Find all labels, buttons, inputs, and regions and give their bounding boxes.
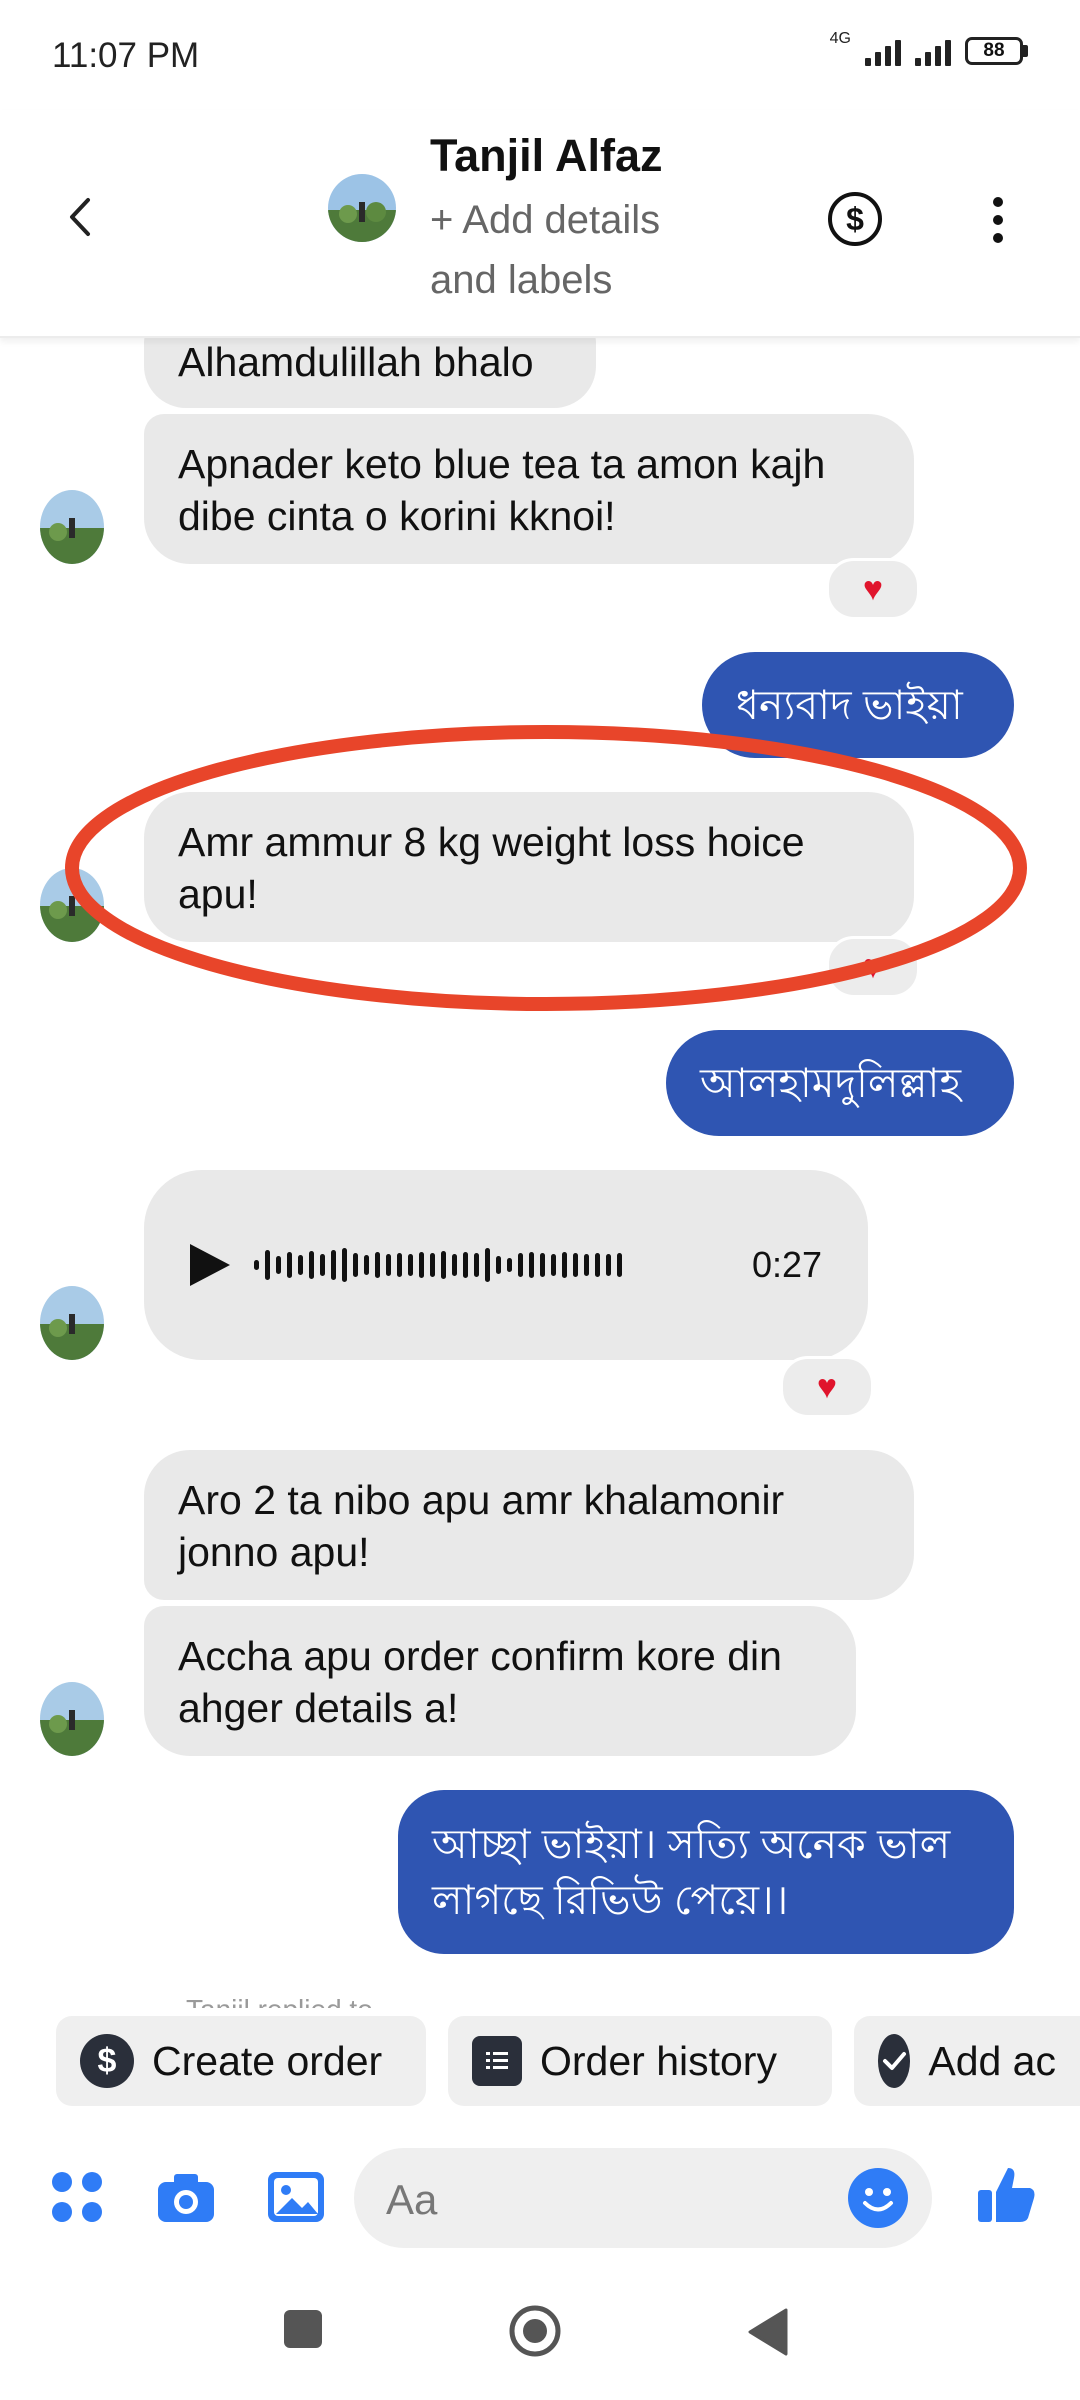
status-time: 11:07 PM bbox=[52, 36, 200, 75]
play-icon[interactable] bbox=[184, 1240, 234, 1290]
dollar-icon: $ bbox=[80, 2034, 134, 2088]
order-history-chip[interactable]: Order history bbox=[448, 2016, 832, 2106]
add-chip[interactable]: Add ac bbox=[854, 2016, 1080, 2106]
reaction-badge[interactable]: ♥ bbox=[780, 1356, 874, 1418]
status-icons: 4G 88 bbox=[830, 30, 1028, 66]
like-icon[interactable] bbox=[974, 2162, 1038, 2226]
sender-avatar[interactable] bbox=[40, 490, 104, 564]
back-arrow-icon[interactable] bbox=[56, 192, 106, 242]
svg-text:$: $ bbox=[846, 201, 864, 237]
message-bubble-outgoing[interactable]: আচ্ছা ভাইয়া। সত্যি অনেক ভাল লাগছে রিভিউ… bbox=[398, 1790, 1014, 1954]
audio-waveform[interactable] bbox=[254, 1232, 622, 1298]
chat-header: Tanjil Alfaz + Add details and labels $ bbox=[0, 110, 1080, 338]
camera-icon[interactable] bbox=[154, 2166, 218, 2230]
battery-level: 88 bbox=[965, 37, 1023, 65]
dollar-icon[interactable]: $ bbox=[826, 190, 884, 248]
chip-label: Add ac bbox=[928, 2037, 1056, 2084]
apps-icon[interactable] bbox=[46, 2166, 110, 2230]
message-bubble-incoming[interactable]: Aro 2 ta nibo apu amr khalamonir jonno a… bbox=[144, 1450, 914, 1600]
message-bubble-incoming[interactable]: Accha apu order confirm kore din ahger d… bbox=[144, 1606, 856, 1756]
home-button[interactable] bbox=[508, 2304, 562, 2358]
reply-hint: Tanjil replied to ... bbox=[186, 1988, 404, 2008]
check-icon bbox=[878, 2034, 911, 2088]
recent-apps-button[interactable] bbox=[284, 2310, 322, 2348]
sender-avatar[interactable] bbox=[40, 1682, 104, 1756]
add-details-link[interactable]: + Add details and labels bbox=[430, 190, 710, 310]
message-input[interactable]: Aa bbox=[354, 2148, 932, 2248]
input-placeholder: Aa bbox=[386, 2176, 438, 2223]
battery-icon: 88 bbox=[965, 37, 1028, 65]
gallery-icon[interactable] bbox=[264, 2166, 328, 2230]
emoji-icon[interactable] bbox=[848, 2168, 908, 2228]
message-bubble-incoming[interactable]: Apnader keto blue tea ta amon kajh dibe … bbox=[144, 414, 914, 564]
network-type: 4G bbox=[829, 30, 851, 47]
voice-message[interactable]: 0:27 bbox=[144, 1170, 868, 1360]
sender-avatar[interactable] bbox=[40, 1286, 104, 1360]
list-icon bbox=[472, 2036, 522, 2086]
message-bubble-outgoing[interactable]: আলহামদুলিল্লাহ bbox=[666, 1030, 1014, 1136]
contact-name[interactable]: Tanjil Alfaz bbox=[430, 130, 663, 182]
back-button[interactable] bbox=[746, 2308, 790, 2356]
contact-avatar[interactable] bbox=[328, 174, 396, 242]
create-order-chip[interactable]: $ Create order bbox=[56, 2016, 426, 2106]
signal-icon-2 bbox=[915, 36, 951, 66]
chip-label: Create order bbox=[152, 2037, 383, 2084]
more-options-icon[interactable] bbox=[978, 190, 1018, 250]
reaction-badge[interactable]: ♥ bbox=[826, 558, 920, 620]
chip-label: Order history bbox=[540, 2037, 777, 2084]
signal-icon bbox=[865, 36, 901, 66]
heart-icon: ♥ bbox=[816, 1368, 838, 1406]
heart-icon: ♥ bbox=[862, 570, 884, 608]
audio-duration: 0:27 bbox=[752, 1244, 823, 1285]
highlight-ellipse bbox=[65, 725, 1027, 1011]
